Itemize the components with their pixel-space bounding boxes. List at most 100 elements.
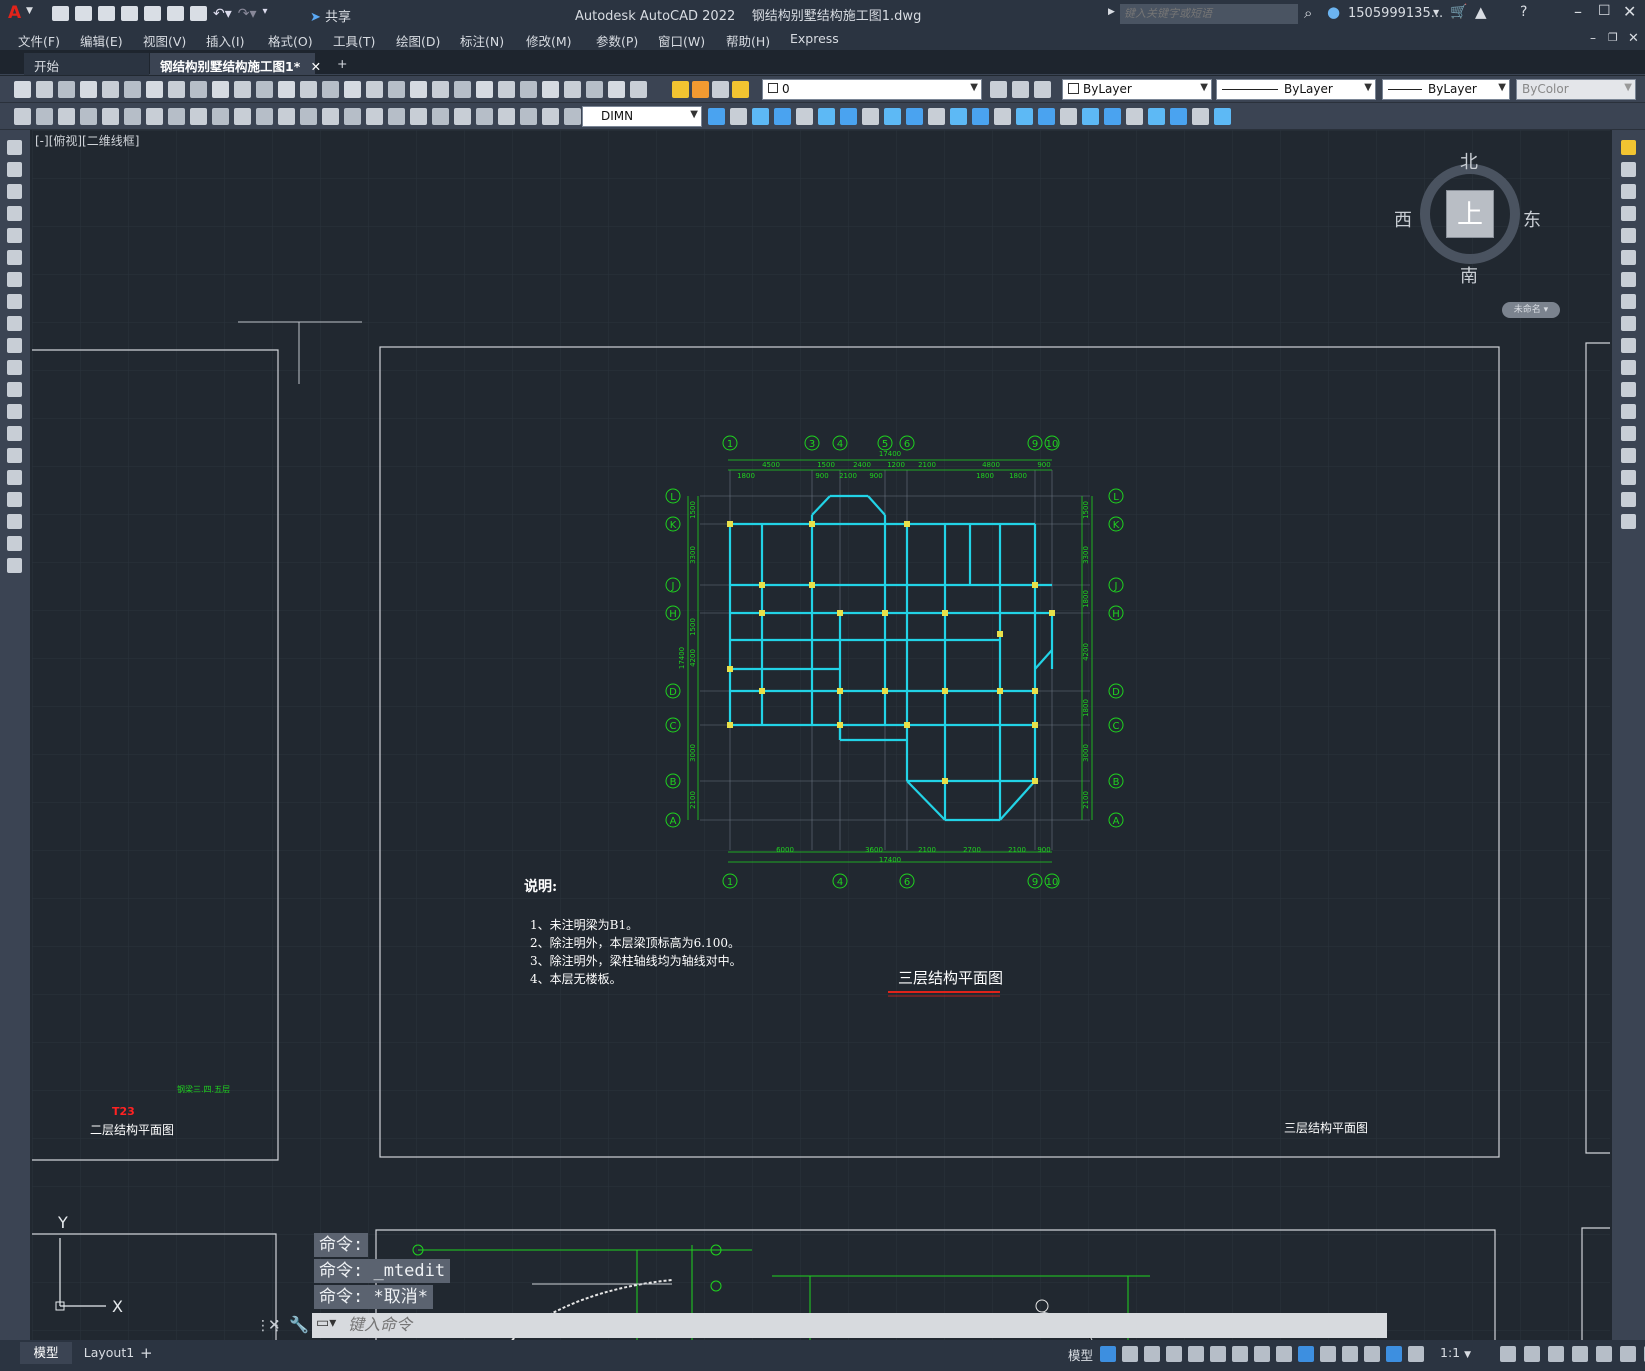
minimize-icon[interactable]: – <box>1574 2 1582 21</box>
toolbar-tool-icon[interactable] <box>586 81 603 98</box>
status-toggle-icon[interactable] <box>1166 1346 1182 1362</box>
toolbar-tool-icon[interactable] <box>366 81 383 98</box>
tab-add-button[interactable]: + <box>327 53 357 75</box>
toolbar-tool-icon[interactable] <box>58 81 75 98</box>
modify-tool-icon[interactable] <box>1621 184 1636 199</box>
modify-tool-icon[interactable] <box>1621 404 1636 419</box>
menu-insert[interactable]: 插入(I) <box>206 31 244 50</box>
solid-tool-icon[interactable] <box>906 108 923 125</box>
status-toggle-icon[interactable] <box>1596 1346 1612 1362</box>
search-input[interactable] <box>1120 4 1298 24</box>
toolbar-tool-icon[interactable] <box>14 81 31 98</box>
search-expand-icon[interactable]: ▶ <box>1108 7 1115 17</box>
solid-tool-icon[interactable] <box>1170 108 1187 125</box>
toolbar-tool-icon[interactable] <box>410 81 427 98</box>
modify-tool-icon[interactable] <box>58 108 75 125</box>
draw-tool-icon[interactable] <box>7 206 22 221</box>
color-dropdown[interactable]: ByLayer ▼ <box>1062 79 1212 100</box>
status-toggle-icon[interactable] <box>1548 1346 1564 1362</box>
user-name[interactable]: 1505999135... <box>1348 6 1443 21</box>
solid-tool-icon[interactable] <box>994 108 1011 125</box>
menu-edit[interactable]: 编辑(E) <box>80 31 123 50</box>
plot-icon[interactable] <box>190 6 207 21</box>
solid-tool-icon[interactable] <box>862 108 879 125</box>
status-toggle-icon[interactable] <box>1254 1346 1270 1362</box>
save-as-icon[interactable] <box>121 6 138 21</box>
modify-tool-icon[interactable] <box>234 108 251 125</box>
toolbar-tool-icon[interactable] <box>234 81 251 98</box>
toolbar-tool-icon[interactable] <box>190 81 207 98</box>
toolbar-tool-icon[interactable] <box>300 81 317 98</box>
status-toggle-icon[interactable] <box>1408 1346 1424 1362</box>
viewcube-east[interactable]: 东 <box>1523 206 1541 232</box>
dimstyle-dropdown[interactable]: DIMN ▼ <box>582 106 702 127</box>
viewcube[interactable]: 上 北 南 西 东 <box>1394 150 1541 290</box>
status-toggle-icon[interactable] <box>1320 1346 1336 1362</box>
modify-tool-icon[interactable] <box>1621 228 1636 243</box>
layer-state-icon[interactable] <box>692 81 709 98</box>
solid-tool-icon[interactable] <box>928 108 945 125</box>
solid-tool-icon[interactable] <box>708 108 725 125</box>
status-toggle-icon[interactable] <box>1572 1346 1588 1362</box>
user-chevron-icon[interactable]: ▼ <box>1433 8 1439 17</box>
toolbar-tool-icon[interactable] <box>146 81 163 98</box>
menu-parametric[interactable]: 参数(P) <box>596 31 638 50</box>
status-toggle-icon[interactable] <box>1298 1346 1314 1362</box>
model-space-toggle[interactable]: 模型 <box>1068 1345 1093 1364</box>
toolbar-tool-icon[interactable] <box>212 81 229 98</box>
modify-tool-icon[interactable] <box>1621 426 1636 441</box>
modify-tool-icon[interactable] <box>256 108 273 125</box>
modify-tool-icon[interactable] <box>388 108 405 125</box>
menu-tools[interactable]: 工具(T) <box>333 31 375 50</box>
status-toggle-icon[interactable] <box>1122 1346 1138 1362</box>
modify-tool-icon[interactable] <box>1621 448 1636 463</box>
autodesk-a360-icon[interactable]: ▲ <box>1475 3 1487 21</box>
tab-close-icon[interactable]: ✕ <box>311 59 321 74</box>
doc-restore-icon[interactable]: ❐ <box>1608 31 1618 44</box>
draw-tool-icon[interactable] <box>7 382 22 397</box>
modify-tool-icon[interactable] <box>1621 316 1636 331</box>
drawing-canvas[interactable]: Y X 1 3 4 5 6 9 10 1 4 6 9 10 L L K K J J H H D D C C B B A A 17400 4… <box>32 130 1610 1340</box>
status-toggle-icon[interactable] <box>1188 1346 1204 1362</box>
menu-window[interactable]: 窗口(W) <box>658 31 705 50</box>
status-toggle-icon[interactable] <box>1100 1346 1116 1362</box>
solid-tool-icon[interactable] <box>1082 108 1099 125</box>
status-toggle-icon[interactable] <box>1276 1346 1292 1362</box>
solid-tool-icon[interactable] <box>972 108 989 125</box>
modify-tool-icon[interactable] <box>476 108 493 125</box>
modify-tool-icon[interactable] <box>432 108 449 125</box>
status-toggle-icon[interactable] <box>1500 1346 1516 1362</box>
modify-tool-icon[interactable] <box>344 108 361 125</box>
modify-tool-icon[interactable] <box>146 108 163 125</box>
toolbar-tool-icon[interactable] <box>520 81 537 98</box>
status-toggle-icon[interactable] <box>1342 1346 1358 1362</box>
linetype-dropdown[interactable]: ByLayer ▼ <box>1216 79 1376 100</box>
modify-tool-icon[interactable] <box>1621 294 1636 309</box>
toolbar-tool-icon[interactable] <box>476 81 493 98</box>
modify-tool-icon[interactable] <box>1621 206 1636 221</box>
menu-modify[interactable]: 修改(M) <box>526 31 572 50</box>
modify-tool-icon[interactable] <box>300 108 317 125</box>
tab-model[interactable]: 模型 <box>20 1342 72 1364</box>
solid-tool-icon[interactable] <box>1038 108 1055 125</box>
modify-tool-icon[interactable] <box>542 108 559 125</box>
command-customize-icon[interactable]: 🔧 <box>289 1315 309 1334</box>
modify-tool-icon[interactable] <box>1621 514 1636 529</box>
save-icon[interactable] <box>98 6 115 21</box>
toolbar-tool-icon[interactable] <box>630 81 647 98</box>
menu-view[interactable]: 视图(V) <box>143 31 186 50</box>
draw-tool-icon[interactable] <box>7 140 22 155</box>
draw-tool-icon[interactable] <box>7 228 22 243</box>
draw-tool-icon[interactable] <box>7 162 22 177</box>
toolbar-tool-icon[interactable] <box>564 81 581 98</box>
viewcube-south[interactable]: 南 <box>1460 262 1478 288</box>
draw-tool-icon[interactable] <box>7 250 22 265</box>
draw-tool-icon[interactable] <box>7 338 22 353</box>
layer-state-icon[interactable] <box>712 81 729 98</box>
customize-icon[interactable]: ▾ <box>263 6 268 21</box>
menu-help[interactable]: 帮助(H) <box>726 31 770 50</box>
toolbar-tool-icon[interactable] <box>432 81 449 98</box>
modify-tool-icon[interactable] <box>1621 338 1636 353</box>
modify-tool-icon[interactable] <box>1621 470 1636 485</box>
status-toggle-icon[interactable] <box>1232 1346 1248 1362</box>
